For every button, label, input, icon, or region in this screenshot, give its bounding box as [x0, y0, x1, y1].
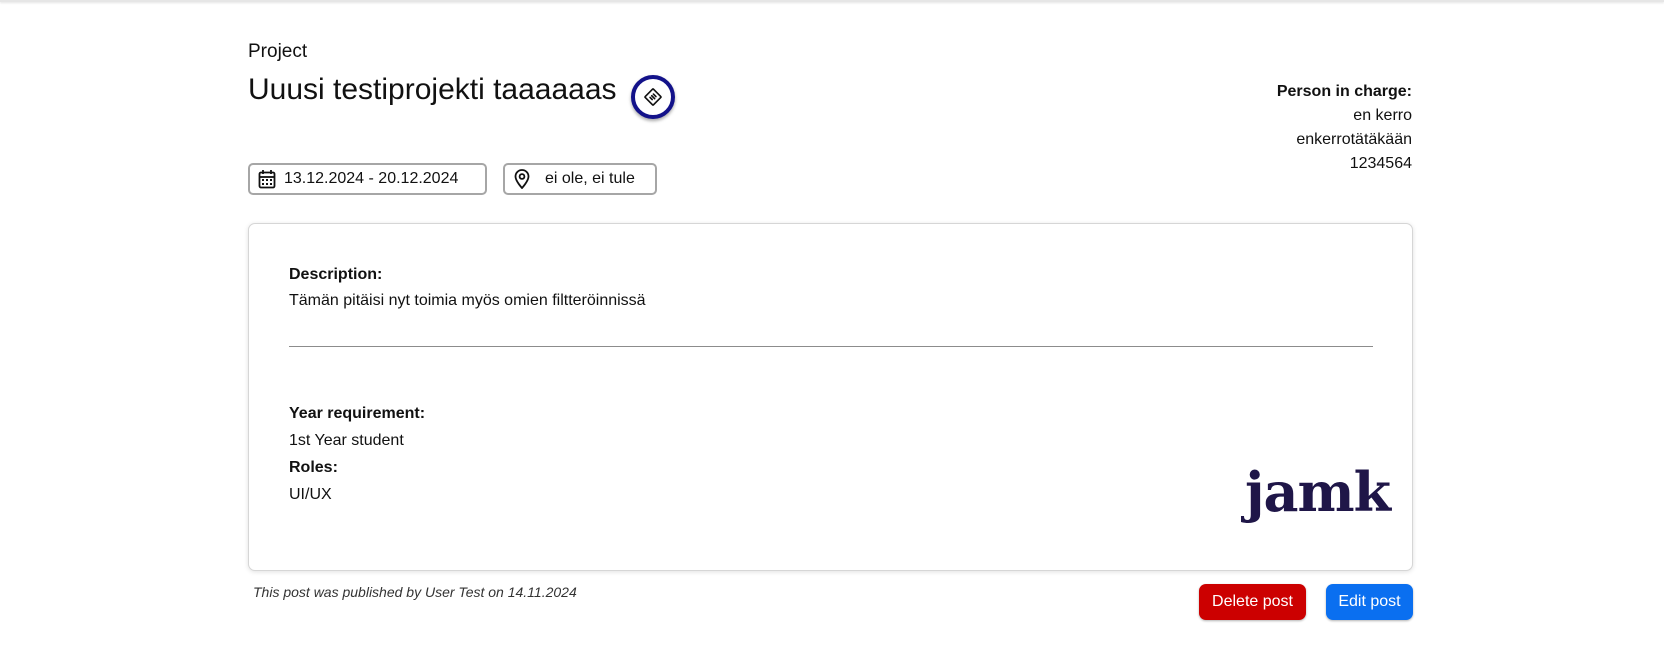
location-chip: ei ole, ei tule [503, 163, 657, 195]
edit-post-button[interactable]: Edit post [1326, 584, 1413, 620]
roles-label: Roles: [289, 459, 338, 476]
calendar-icon [258, 169, 276, 189]
person-email: enkerrotätäkään [1296, 131, 1412, 148]
location-text: ei ole, ei tule [545, 170, 635, 187]
person-in-charge: Person in charge: en kerro enkerrotätäkä… [1277, 80, 1412, 176]
jamk-logo: jamk [1245, 460, 1391, 524]
date-range-text: 13.12.2024 - 20.12.2024 [284, 170, 459, 187]
date-range-chip: 13.12.2024 - 20.12.2024 [248, 163, 487, 195]
person-in-charge-label: Person in charge: [1276, 83, 1412, 100]
person-name: en kerro [1353, 107, 1412, 124]
year-requirement-value: 1st Year student [289, 432, 404, 449]
published-note: This post was published by User Test on … [253, 584, 577, 600]
description-label: Description: [289, 266, 383, 283]
page-kicker: Project [248, 41, 308, 62]
description-text: Tämän pitäisi nyt toimia myös omien filt… [289, 292, 646, 309]
roles-value: UI/UX [289, 486, 332, 503]
handshake-icon [631, 75, 675, 119]
page-title: Uuusi testiprojekti taaaaaas [248, 73, 617, 106]
top-bar [0, 0, 1664, 2]
map-pin-icon [513, 169, 531, 189]
year-requirement-label: Year requirement: [289, 405, 426, 422]
person-phone: 1234564 [1349, 155, 1412, 172]
project-details-card: Description: Tämän pitäisi nyt toimia my… [248, 223, 1413, 571]
delete-post-button[interactable]: Delete post [1199, 584, 1306, 620]
divider [289, 346, 1373, 347]
